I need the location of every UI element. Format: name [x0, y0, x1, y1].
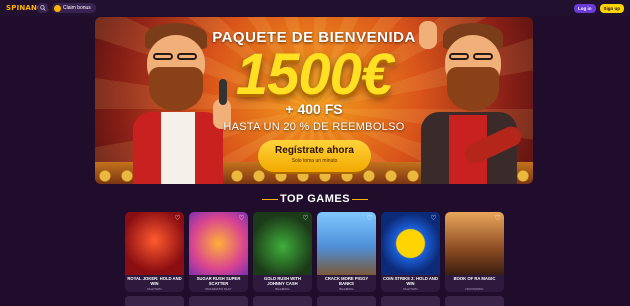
- site-logo[interactable]: SPINANGA: [6, 4, 48, 12]
- signup-button[interactable]: Sign up: [599, 3, 624, 13]
- game-provider: NOVOMATIC: [465, 287, 484, 291]
- bonus-coin-icon: [54, 4, 61, 12]
- cashback-text: HASTA UN 20 % DE REEMBOLSO: [223, 121, 405, 133]
- game-card-partial[interactable]: [445, 296, 504, 306]
- auth-buttons: Log in Sign up: [574, 3, 624, 13]
- game-card[interactable]: ♡ SUGAR RUSH SUPER SCATTER PRAGMATIC PLA…: [189, 212, 248, 292]
- game-provider: PLAYSON: [147, 287, 162, 291]
- game-card[interactable]: ♡ BOOK OF RA MAGIC NOVOMATIC: [445, 212, 504, 292]
- game-card[interactable]: ♡ ROYAL JOKER: HOLD AND WIN PLAYSON: [125, 212, 184, 292]
- search-icon: [40, 5, 46, 11]
- register-button-label: Regístrate ahora: [275, 145, 354, 156]
- game-card[interactable]: ♡ COIN STRIKE 2: HOLD AND WIN PLAYSON: [381, 212, 440, 292]
- game-card-partial[interactable]: [381, 296, 440, 306]
- section-decoration-right: [352, 199, 368, 200]
- favorite-heart-icon[interactable]: ♡: [494, 215, 501, 222]
- game-card[interactable]: ♡ CRACK MORE PIGGY BANKS BGAMING: [317, 212, 376, 292]
- top-games-title: TOP GAMES: [279, 193, 351, 205]
- game-title: CRACK MORE PIGGY BANKS: [324, 276, 369, 286]
- game-title: ROYAL JOKER: HOLD AND WIN: [127, 276, 182, 286]
- search-button[interactable]: [38, 3, 48, 13]
- game-title: COIN STRIKE 2: HOLD AND WIN: [383, 276, 438, 286]
- favorite-heart-icon[interactable]: ♡: [238, 215, 245, 222]
- game-provider: BGAMING: [275, 287, 290, 291]
- welcome-banner[interactable]: PAQUETE DE BIENVENIDA 1500€ + 400 FS HAS…: [95, 17, 533, 184]
- game-card-partial[interactable]: [317, 296, 376, 306]
- game-card-partial[interactable]: [125, 296, 184, 306]
- game-provider: PLAYSON: [403, 287, 418, 291]
- game-card-partial[interactable]: [189, 296, 248, 306]
- register-button-sublabel: Solo toma un minuto: [291, 158, 338, 164]
- favorite-heart-icon[interactable]: ♡: [366, 215, 373, 222]
- game-provider: BGAMING: [339, 287, 354, 291]
- register-button[interactable]: Regístrate ahora Solo toma un minuto: [258, 140, 371, 172]
- top-header: SPINANGA Claim bonus Log in Sign up: [0, 0, 630, 16]
- game-title: GOLD RUSH WITH JOHNNY CASH: [264, 276, 301, 286]
- game-title: SUGAR RUSH SUPER SCATTER: [196, 276, 241, 286]
- login-button[interactable]: Log in: [574, 3, 596, 13]
- game-provider: PRAGMATIC PLAY: [205, 287, 232, 291]
- game-card[interactable]: ♡ GOLD RUSH WITH JOHNNY CASH BGAMING: [253, 212, 312, 292]
- top-games-list: ♡ ROYAL JOKER: HOLD AND WIN PLAYSON ♡ SU…: [125, 212, 504, 292]
- favorite-heart-icon[interactable]: ♡: [430, 215, 437, 222]
- favorite-heart-icon[interactable]: ♡: [174, 215, 181, 222]
- bonus-amount: 1500€: [235, 42, 393, 107]
- claim-bonus-button[interactable]: Claim bonus: [52, 3, 96, 13]
- game-card-partial[interactable]: [253, 296, 312, 306]
- game-title: BOOK OF RA MAGIC: [453, 276, 496, 281]
- next-games-row: [125, 296, 504, 306]
- favorite-heart-icon[interactable]: ♡: [302, 215, 309, 222]
- claim-bonus-label: Claim bonus: [63, 5, 91, 11]
- free-spins-text: + 400 FS: [285, 101, 343, 117]
